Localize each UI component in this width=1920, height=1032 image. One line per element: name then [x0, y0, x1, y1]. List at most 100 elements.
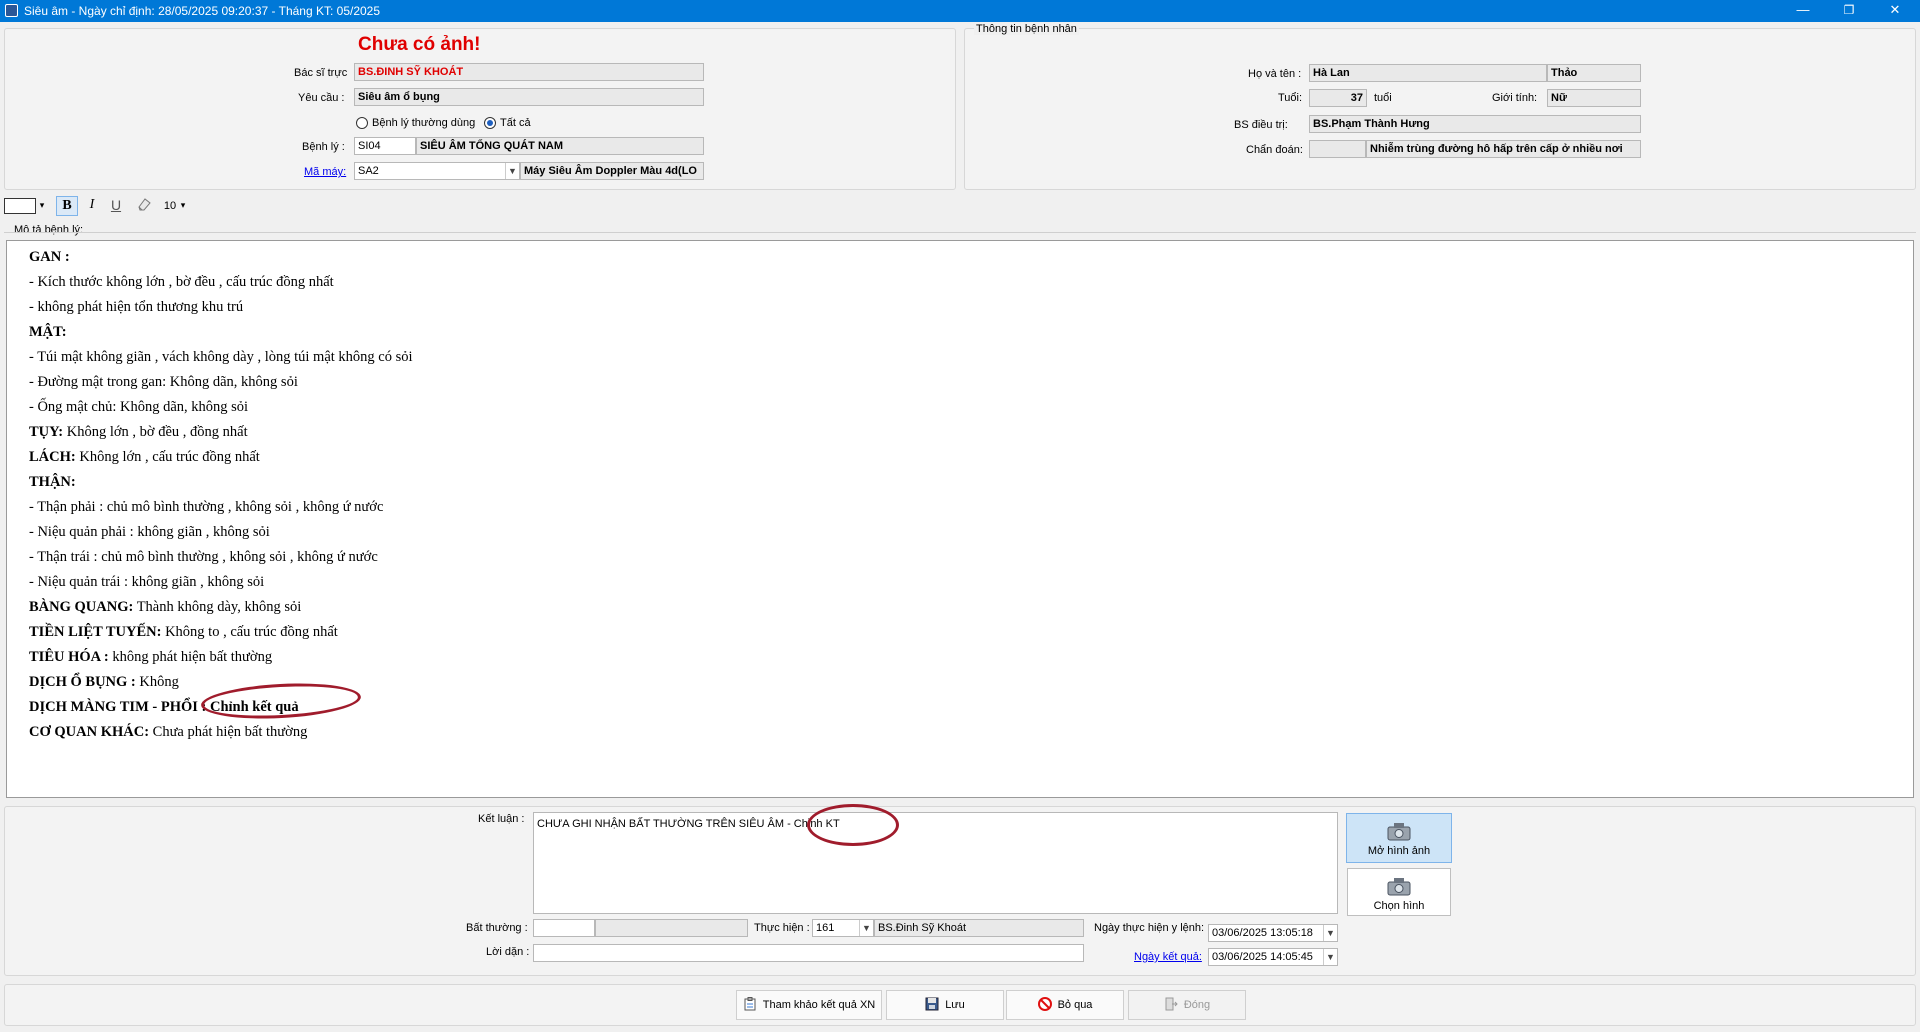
choose-image-label: Chọn hình [1373, 900, 1425, 912]
report-line: TIÊU HÓA : không phát hiện bất thường [29, 645, 413, 670]
radio-common-label: Bệnh lý thường dùng [372, 117, 476, 129]
report-line: BÀNG QUANG: Thành không dày, không sỏi [29, 595, 413, 620]
performer-label: Thực hiện : [754, 922, 810, 934]
report-text: GAN : - Kích thước không lớn , bờ đều , c… [29, 245, 413, 745]
report-line: - không phát hiện tổn thương khu trú [29, 295, 413, 320]
chevron-down-icon[interactable]: ▼ [1323, 949, 1337, 965]
machine-code-value: SA2 [358, 165, 379, 177]
diagnosis-label: Chẩn đoán: [1246, 144, 1303, 156]
underline-button[interactable]: U [106, 196, 126, 216]
disease-label: Bệnh lý : [302, 141, 345, 153]
cancel-label: Bỏ qua [1057, 999, 1093, 1011]
camera-icon [1387, 823, 1411, 841]
abnormal-code-field[interactable] [533, 919, 595, 937]
conclusion-label: Kết luận : [478, 813, 525, 825]
report-text-segment: - Đường mật trong gan: Không dãn, không … [29, 374, 298, 390]
order-date-picker[interactable]: 03/06/2025 13:05:18 ▼ [1208, 924, 1338, 942]
prohibited-icon [1037, 997, 1052, 1011]
text-color-picker[interactable] [4, 198, 36, 214]
conclusion-field[interactable]: CHƯA GHI NHẬN BẤT THƯỜNG TRÊN SIÊU ÂM - … [533, 812, 1338, 914]
abnormal-name-field [595, 919, 748, 937]
age-field: 37 [1309, 89, 1367, 107]
report-text-segment: - không phát hiện tổn thương khu trú [29, 299, 244, 315]
no-image-warning: Chưa có ảnh! [358, 34, 481, 55]
close-button[interactable]: Đóng [1128, 990, 1246, 1020]
result-date-picker[interactable]: 03/06/2025 14:05:45 ▼ [1208, 948, 1338, 966]
chevron-down-icon[interactable]: ▼ [1323, 925, 1337, 941]
save-button[interactable]: Lưu [886, 990, 1004, 1020]
color-dropdown-arrow[interactable]: ▾ [37, 196, 47, 216]
font-size-select[interactable]: 10 [162, 197, 178, 217]
age-label: Tuổi: [1278, 92, 1303, 104]
window-title: Siêu âm - Ngày chỉ định: 28/05/2025 09:2… [24, 4, 381, 18]
report-line: - Đường mật trong gan: Không dãn, không … [29, 370, 413, 395]
report-text-segment: - Kích thước không lớn , bờ đều , cấu tr… [29, 274, 334, 290]
description-label: Mô tả bệnh lý: [14, 224, 84, 236]
disease-name-field[interactable]: SIÊU ÂM TỔNG QUÁT NAM [416, 137, 704, 155]
report-line: CƠ QUAN KHÁC: Chưa phát hiện bất thường [29, 720, 413, 745]
diagnosis-code-field [1309, 140, 1366, 158]
open-image-label: Mở hình ảnh [1367, 845, 1431, 857]
performer-code-value: 161 [816, 922, 835, 934]
report-heading: CƠ QUAN KHÁC: [29, 724, 150, 740]
title-bar: Siêu âm - Ngày chỉ định: 28/05/2025 09:2… [0, 0, 1920, 22]
report-text-segment: Không lớn , cấu trúc đồng nhất [75, 449, 260, 465]
clipboard-icon [744, 997, 756, 1011]
close-label: Đóng [1183, 999, 1211, 1011]
report-text-segment: - Ống mật chủ: Không dãn, không sỏi [29, 399, 249, 415]
report-text-segment: - Niệu quản trái : không giãn , không sỏ… [29, 574, 265, 590]
font-size-dropdown-arrow[interactable]: ▾ [178, 196, 188, 216]
reference-results-button[interactable]: Tham khảo kết quả XN [736, 990, 882, 1020]
report-line: - Niệu quản phải : không giãn , không sỏ… [29, 520, 413, 545]
patient-name-field: Hà Lan [1309, 64, 1547, 82]
minimize-button[interactable]: — [1780, 0, 1826, 22]
report-line: MẬT: [29, 320, 413, 345]
report-text-segment: Không [135, 674, 179, 690]
save-label: Lưu [945, 999, 965, 1011]
result-date-link[interactable]: Ngày kết quả: [1134, 951, 1202, 963]
italic-button[interactable]: I [82, 196, 102, 216]
bold-button[interactable]: B [56, 196, 78, 216]
chevron-down-icon[interactable]: ▼ [859, 920, 873, 936]
treating-doctor-label: BS điều trị: [1234, 119, 1288, 131]
close-window-button[interactable]: ✕ [1872, 0, 1918, 22]
diagnosis-field: Nhiễm trùng đường hô hấp trên cấp ở nhiề… [1366, 140, 1641, 158]
radio-all-label: Tất cả [500, 117, 531, 129]
doctor-label: Bác sĩ trực [294, 67, 348, 79]
order-date-label: Ngày thực hiện y lệnh: [1094, 922, 1205, 934]
report-heading: LÁCH: [29, 449, 76, 465]
machine-link[interactable]: Mã máy: [304, 166, 346, 178]
report-line: - Thận trái : chủ mô bình thường , không… [29, 545, 413, 570]
chevron-down-icon[interactable]: ▼ [505, 163, 519, 179]
note-field[interactable] [533, 944, 1084, 962]
machine-name-field: Máy Siêu Âm Doppler Màu 4d(LO [520, 162, 704, 180]
cancel-button[interactable]: Bỏ qua [1006, 990, 1124, 1020]
report-line: TỤY: Không lớn , bờ đều , đồng nhất [29, 420, 413, 445]
patient-firstname-field: Thảo [1547, 64, 1641, 82]
report-text-segment: - Thận phải : chủ mô bình thường , không… [29, 499, 384, 515]
performer-code-select[interactable]: 161 ▼ [812, 919, 874, 937]
report-heading: TIỀN LIỆT TUYẾN: [29, 624, 162, 640]
report-heading: THẬN: [29, 474, 76, 490]
disease-code-field[interactable]: SI04 [354, 137, 416, 155]
eraser-icon[interactable] [134, 196, 154, 216]
report-line: - Kích thước không lớn , bờ đều , cấu tr… [29, 270, 413, 295]
report-text-segment: - Niệu quản phải : không giãn , không sỏ… [29, 524, 270, 540]
radio-all-disease[interactable] [484, 117, 496, 129]
choose-image-button[interactable]: Chọn hình [1347, 868, 1451, 916]
annotation-circle [807, 804, 899, 846]
machine-code-select[interactable]: SA2 ▼ [354, 162, 520, 180]
open-image-button[interactable]: Mở hình ảnh [1346, 813, 1452, 863]
report-text-segment: không phát hiện bất thường [108, 649, 273, 665]
order-date-value: 03/06/2025 13:05:18 [1212, 927, 1313, 939]
report-line: LÁCH: Không lớn , cấu trúc đồng nhất [29, 445, 413, 470]
radio-common-disease[interactable] [356, 117, 368, 129]
request-field[interactable]: Siêu âm ổ bụng [354, 88, 704, 106]
doctor-field[interactable]: BS.ĐINH SỸ KHOÁT [354, 63, 704, 81]
floppy-disk-icon [925, 997, 939, 1011]
report-text-segment: Không lớn , bờ đều , đồng nhất [63, 424, 248, 440]
report-heading: DỊCH Ổ BỤNG : [29, 674, 136, 690]
report-heading: TỤY: [29, 424, 64, 440]
report-heading: GAN : [29, 249, 70, 265]
restore-button[interactable]: ❐ [1826, 0, 1872, 22]
